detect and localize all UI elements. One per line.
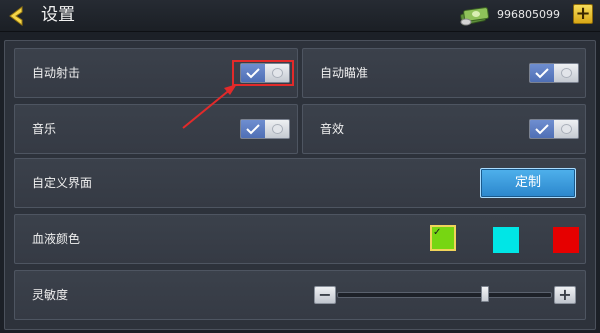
add-money-button[interactable]: + [573,4,593,24]
blood-color-label: 血液颜色 [32,232,81,246]
check-icon: ✓ [433,227,442,238]
blood-color-cyan-swatch[interactable] [493,227,519,253]
plus-icon: + [575,3,591,24]
toggle-on-half [530,120,554,138]
customize-button[interactable]: 定制 [480,168,576,198]
toggle-on-half [530,64,554,82]
page-title: 设置 [41,5,75,25]
auto-aim-toggle[interactable] [529,63,579,83]
music-toggle[interactable] [240,119,290,139]
toggle-dot-icon [561,68,572,78]
minus-icon: − [318,285,332,304]
sensitivity-slider-track[interactable] [337,292,552,298]
blood-color-red-swatch[interactable] [553,227,579,253]
auto-aim-label: 自动瞄准 [320,66,369,80]
cash-stack-icon [460,7,489,26]
sensitivity-plus-button[interactable]: + [554,286,576,304]
toggle-on-half [241,120,265,138]
sensitivity-label: 灵敏度 [32,288,69,302]
highlight-box [232,60,294,86]
plus-icon: + [558,285,572,304]
auto-fire-label: 自动射击 [32,66,81,80]
blood-color-green-swatch[interactable]: ✓ [430,225,456,251]
money-balance: 996805099 [497,8,560,21]
toggle-dot-icon [272,124,283,134]
sound-effects-label: 音效 [320,122,345,136]
custom-ui-label: 自定义界面 [32,176,93,190]
sensitivity-slider-thumb[interactable] [481,286,490,302]
music-label: 音乐 [32,122,57,136]
toggle-dot-icon [561,124,572,134]
check-icon [535,68,549,79]
back-arrow-icon[interactable] [6,5,28,27]
check-icon [246,124,260,135]
sensitivity-minus-button[interactable]: − [314,286,336,304]
top-bar: 设置 996805099 + [0,0,600,32]
check-icon [535,124,549,135]
sound-effects-toggle[interactable] [529,119,579,139]
